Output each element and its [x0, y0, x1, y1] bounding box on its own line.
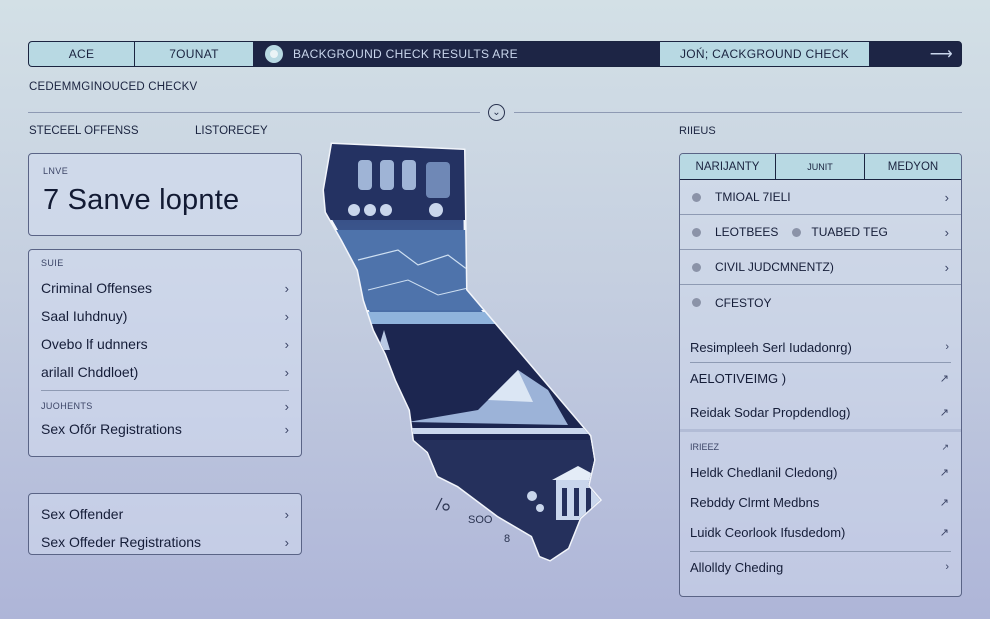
- chevron-right-icon: ›: [944, 224, 949, 240]
- chevron-right-icon: ›: [944, 259, 949, 275]
- chevron-right-icon: ›: [284, 308, 289, 324]
- tab-unit[interactable]: JUNIT: [776, 154, 865, 179]
- result-link-label: Rebddy Clrmt Medbns: [690, 494, 820, 510]
- list-item[interactable]: Criminal Offenses ›: [41, 274, 289, 302]
- bullet-icon: [692, 298, 701, 307]
- section-label-history: LISTORECEY: [195, 125, 268, 137]
- list-item-label: Criminal Offenses: [41, 280, 153, 296]
- sex-offender-list: Sex Offender › Sex Offeder Registrations…: [28, 493, 302, 555]
- bullet-icon: [792, 227, 802, 237]
- bullet-icon: [692, 262, 701, 272]
- status-banner: BACKGROUND CHECK RESULTS ARE: [253, 42, 660, 66]
- results-tabs: NARIJANTY JUNIT MEDYON: [680, 154, 961, 180]
- result-link[interactable]: Reidak Sodar Propdendlog) ↗: [680, 397, 961, 427]
- chevron-right-icon: ›: [945, 341, 949, 353]
- results-section-label: IRIEEZ: [690, 442, 720, 452]
- result-label: CIVIL JUDCMNENTZ): [715, 260, 834, 274]
- tab-ace[interactable]: ACE: [29, 42, 135, 66]
- chevron-right-icon: ›: [945, 561, 949, 573]
- result-label-secondary: TUABED TEG: [811, 225, 888, 239]
- result-label: LEOTBEES: [715, 225, 779, 239]
- result-label: CFESTOY: [715, 295, 772, 310]
- result-link[interactable]: Rebddy Clrmt Medbns ↗: [680, 487, 961, 517]
- arrow-right-icon[interactable]: ⟶: [869, 42, 961, 66]
- join-background-check-button[interactable]: JOŃ; CACKGROUND CHECK: [660, 42, 869, 66]
- chevron-right-icon: ›: [284, 336, 289, 352]
- chevron-right-icon: ›: [284, 364, 289, 380]
- list-item[interactable]: Sex Offeder Registrations ›: [41, 528, 289, 556]
- list-item-label: arilall Chddloet): [41, 364, 139, 380]
- result-label: TMIOAL 7IELI: [715, 190, 791, 204]
- california-map-illustration: SOO 8: [322, 142, 603, 562]
- list-item-label: Sex Offender: [41, 506, 124, 522]
- results-section-row[interactable]: IRIEEZ ↗: [680, 432, 961, 457]
- chevron-right-icon: ›: [284, 398, 289, 414]
- list-item[interactable]: Sex Ofőr Registrations ›: [41, 415, 289, 443]
- result-link-label: Heldk Chedlanil Cledong): [690, 464, 838, 480]
- result-row[interactable]: LEOTBEES TUABED TEG ›: [680, 215, 961, 250]
- result-row[interactable]: CIVIL JUDCMNENTZ) ›: [680, 250, 961, 285]
- tab-count[interactable]: 7OUNAT: [135, 42, 253, 66]
- result-link[interactable]: Allolldy Cheding ›: [680, 552, 961, 582]
- results-label: RIIEUS: [679, 125, 716, 137]
- tab-warranty[interactable]: NARIJANTY: [680, 154, 776, 179]
- result-link[interactable]: Resimpleeh Serl Iudadonrg) ›: [680, 332, 961, 362]
- result-link[interactable]: AELOTIVEIMG ) ↗: [680, 363, 961, 393]
- map-compass-icon: [435, 497, 450, 511]
- list-item[interactable]: arilall Chddloet) ›: [41, 358, 289, 386]
- result-link-label: Allolldy Cheding: [690, 559, 784, 575]
- list-item[interactable]: Saal Iuhdnuy) ›: [41, 302, 289, 330]
- chevron-right-icon: ›: [944, 189, 949, 205]
- results-panel: NARIJANTY JUNIT MEDYON TMIOAL 7IELI › LE…: [679, 153, 962, 597]
- external-link-icon: ↗: [939, 526, 949, 539]
- divider-right: [514, 112, 962, 113]
- list-section-label: JUOHENTS: [41, 401, 93, 411]
- result-link-label: Resimpleeh Serl Iudadonrg): [690, 339, 852, 355]
- summary-card: LNVE 7 Sanve lopnte: [28, 153, 302, 236]
- chevron-right-icon: ›: [284, 280, 289, 296]
- list-item[interactable]: Sex Offender ›: [41, 500, 289, 528]
- list-item[interactable]: Ovebo lf udnners ›: [41, 330, 289, 358]
- list-item-label: Ovebo lf udnners: [41, 336, 148, 352]
- chevron-right-icon: ›: [284, 421, 289, 437]
- result-link-label: AELOTIVEIMG ): [690, 370, 787, 386]
- list-divider: [41, 390, 289, 391]
- external-link-icon: ↗: [939, 372, 949, 385]
- chevron-right-icon: ›: [284, 534, 289, 550]
- external-link-icon: ↗: [941, 442, 949, 452]
- bullet-icon: [692, 192, 701, 202]
- summary-headline: 7 Sanve lopnte: [43, 184, 240, 216]
- section-label-offenses: STECEEL OFFENSS: [29, 125, 139, 137]
- list-section-label: SUIE: [41, 258, 64, 268]
- list-item-label: Sex Ofőr Registrations: [41, 421, 182, 437]
- offense-list: SUIE Criminal Offenses › Saal Iuhdnuy) ›…: [28, 249, 302, 457]
- bullet-icon: [692, 227, 701, 237]
- status-text: BACKGROUND CHECK RESULTS ARE: [293, 47, 518, 61]
- result-link[interactable]: Luidk Ceorlook Ifusdedom) ↗: [680, 517, 961, 547]
- list-item-label: Saal Iuhdnuy): [41, 308, 128, 324]
- external-link-icon: ↗: [939, 466, 949, 479]
- external-link-icon: ↗: [939, 406, 949, 419]
- chevron-right-icon: ›: [284, 506, 289, 522]
- result-row[interactable]: CFESTOY: [680, 285, 961, 320]
- result-link[interactable]: Heldk Chedlanil Cledong) ↗: [680, 457, 961, 487]
- list-section-row[interactable]: JUOHENTS ›: [41, 397, 289, 415]
- map-label: SOO: [468, 514, 493, 526]
- summary-tag: LNVE: [43, 166, 69, 176]
- top-bar: ACE 7OUNAT BACKGROUND CHECK RESULTS ARE …: [28, 41, 962, 67]
- tab-medyon[interactable]: MEDYON: [865, 154, 961, 179]
- result-link-label: Reidak Sodar Propdendlog): [690, 404, 851, 420]
- external-link-icon: ↗: [939, 496, 949, 509]
- result-link-label: Luidk Ceorlook Ifusdedom): [690, 524, 846, 540]
- result-row[interactable]: TMIOAL 7IELI ›: [680, 180, 961, 215]
- divider-left: [28, 112, 480, 113]
- map-label: 8: [504, 533, 510, 545]
- map-scene: [324, 144, 600, 560]
- status-dot-icon: [265, 45, 283, 63]
- list-item-label: Sex Offeder Registrations: [41, 534, 202, 550]
- chevron-down-icon[interactable]: ⌄: [488, 104, 505, 121]
- breadcrumb: CEDEMMGINOUCED CHECKV: [29, 81, 198, 93]
